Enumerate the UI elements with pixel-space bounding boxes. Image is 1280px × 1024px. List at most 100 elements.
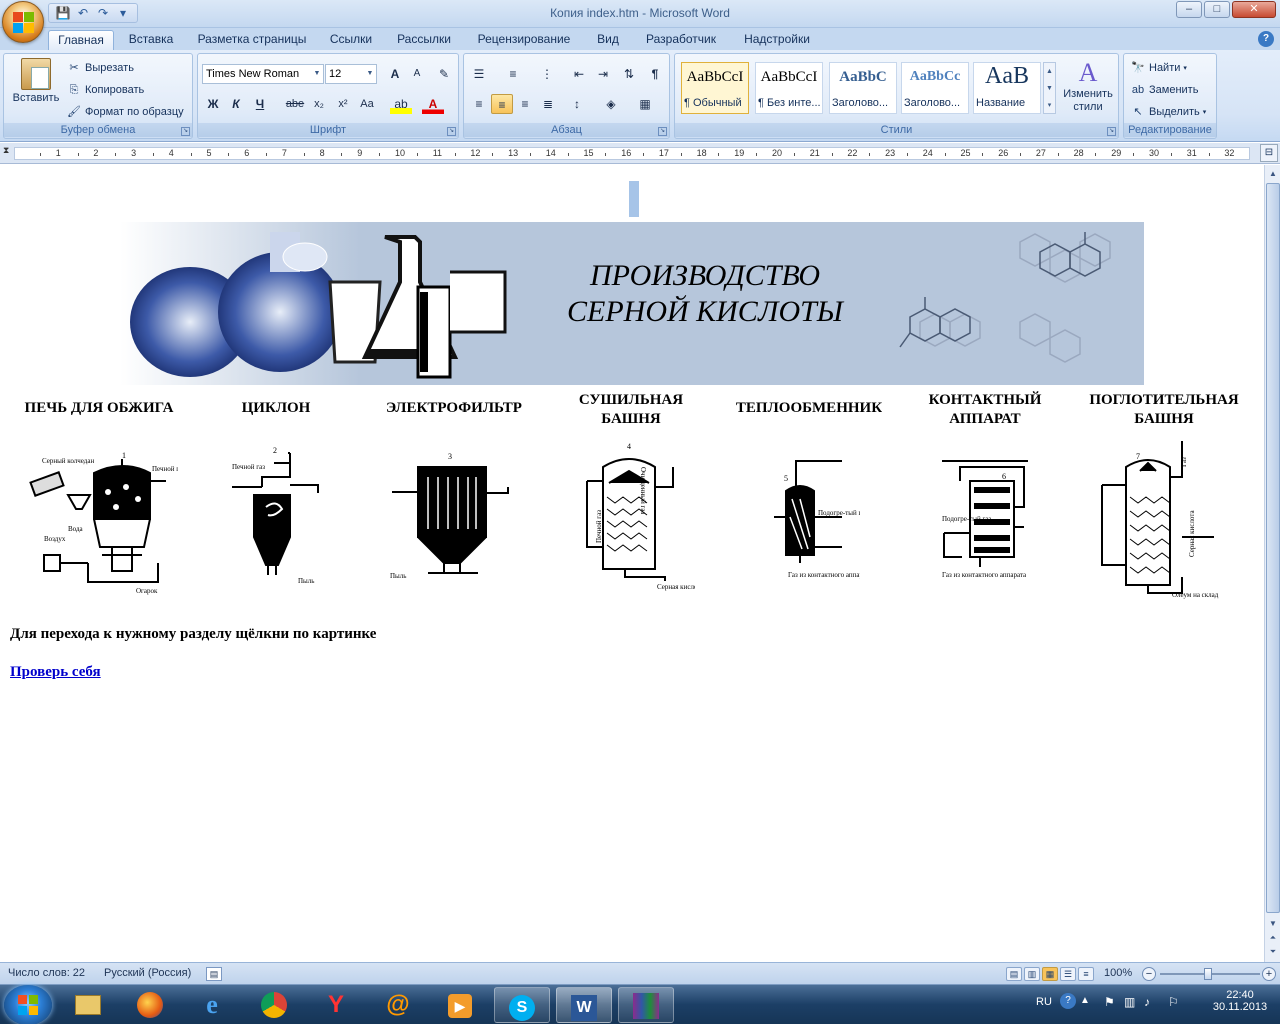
grow-font-button[interactable]: A [384,64,406,84]
label-contact-apparatus[interactable]: КОНТАКТНЫЙ АППАРАТ [910,391,1060,429]
print-layout-icon[interactable]: ▤ [1006,967,1022,981]
align-right-icon[interactable]: ≡ [514,94,536,114]
tab-addins[interactable]: Надстройки [734,30,820,50]
volume-icon[interactable]: ♪ [1144,995,1150,1009]
label-absorption-tower[interactable]: ПОГЛОТИТЕЛЬНАЯ БАШНЯ [1076,391,1252,429]
winrar-icon[interactable] [618,987,674,1023]
label-heat-exchanger[interactable]: ТЕПЛООБМЕННИК [724,399,894,418]
clock[interactable]: 22:40 30.11.2013 [1212,989,1268,1013]
label-drying-tower[interactable]: СУШИЛЬНАЯ БАШНЯ [560,391,702,429]
copy-button[interactable]: ⎘ Копировать [66,82,145,98]
justify-icon[interactable]: ≣ [537,94,559,114]
numbering-icon[interactable]: ≡ [502,64,524,84]
superscript-button[interactable]: x² [332,94,354,114]
help-icon[interactable]: ? [1258,31,1274,47]
tab-view[interactable]: Вид [588,30,628,50]
borders-icon[interactable]: ▦ [634,94,656,114]
style-title[interactable]: AaB Название [973,62,1041,114]
absorption-tower-diagram[interactable]: 7 Газ Серная кислота Олеум на склад [1100,437,1220,602]
increase-indent-icon[interactable]: ⇥ [592,64,614,84]
network-icon[interactable]: ▥ [1124,995,1135,1009]
word-count[interactable]: Число слов: 22 [8,967,85,979]
decrease-indent-icon[interactable]: ⇤ [568,64,590,84]
font-family-select[interactable]: Times New Roman ▼ [202,64,324,84]
close-button[interactable]: ✕ [1232,1,1276,18]
tab-references[interactable]: Ссылки [322,30,380,50]
vertical-scrollbar[interactable]: ▲ ▼ ⏶ ⏷ [1264,165,1280,962]
highlight-icon[interactable]: ab [390,94,412,114]
contact-apparatus-diagram[interactable]: 6 Подогре-тый газ Газ из контактного апп… [940,437,1040,587]
bullets-icon[interactable]: ☰ [468,64,490,84]
heat-exchanger-diagram[interactable]: 5 Подогре-тый газ Газ из контактного апп… [770,437,873,587]
find-button[interactable]: 🔭 Найти ▾ [1130,60,1187,76]
font-launcher-icon[interactable]: ↘ [447,127,456,136]
view-ruler-icon[interactable]: ⊟ [1260,144,1278,162]
paste-button[interactable]: Вставить [8,58,64,104]
zoom-slider-thumb[interactable] [1204,968,1212,980]
subscript-button[interactable]: x₂ [308,94,330,114]
font-color-icon[interactable]: A [422,94,444,114]
electrofilter-diagram[interactable]: 3 Пыль [388,437,518,582]
check-yourself-link[interactable]: Проверь себя [10,664,101,681]
strikethrough-button[interactable]: abe [284,94,306,114]
italic-button[interactable]: К [225,94,247,114]
zoom-out-icon[interactable]: − [1142,967,1156,981]
horizontal-ruler[interactable]: ⧗ 1 2 3 4 5 6 7 8 9 10 11 12 13 14 15 16 17 18 19 20 21 22 23 2… [0,143,1280,164]
align-left-icon[interactable]: ≡ [468,94,490,114]
tab-home[interactable]: Главная [48,30,114,50]
multilevel-list-icon[interactable]: ⋮ [536,64,558,84]
change-case-button[interactable]: Aa [356,94,378,114]
full-screen-reading-icon[interactable]: ▥ [1024,967,1040,981]
furnace-diagram[interactable]: 1 Серный колчедан Печной газ Вода Воздух… [28,437,185,597]
cut-button[interactable]: ✂ Вырезать [66,60,134,76]
line-spacing-icon[interactable]: ↕ [566,94,588,114]
word-taskbar-icon[interactable]: W [556,987,612,1023]
office-button[interactable] [2,1,44,43]
shading-icon[interactable]: ◈ [600,94,622,114]
tray-expand-icon[interactable]: ▲ [1080,995,1090,1006]
help-tray-icon[interactable]: ? [1060,993,1076,1009]
draft-icon[interactable]: ≡ [1078,967,1094,981]
maximize-button[interactable]: □ [1204,1,1230,18]
style-heading-2[interactable]: AaBbCc Заголово... [901,62,969,114]
explorer-icon[interactable] [60,987,116,1023]
select-button[interactable]: ↖ Выделить ▾ [1130,104,1206,120]
previous-page-icon[interactable]: ⏶ [1266,931,1280,945]
internet-explorer-icon[interactable]: e [184,987,240,1023]
label-electrofilter[interactable]: ЭЛЕКТРОФИЛЬТР [368,399,540,418]
change-styles-button[interactable]: A Изменить стили [1059,58,1117,114]
underline-button[interactable]: Ч [249,94,271,114]
skype-icon[interactable]: S [494,987,550,1023]
tab-insert[interactable]: Вставка [120,30,182,50]
tab-page-layout[interactable]: Разметка страницы [190,30,314,50]
tab-developer[interactable]: Разработчик [636,30,726,50]
style-normal[interactable]: AaBbCcI ¶ Обычный [681,62,749,114]
next-page-icon[interactable]: ⏷ [1266,945,1280,959]
zoom-level[interactable]: 100% [1104,967,1132,979]
language-indicator[interactable]: Русский (Россия) [104,967,191,979]
tab-review[interactable]: Рецензирование [468,30,580,50]
styles-scroll-icon[interactable]: ▲ ▼ ▾ [1043,62,1056,114]
yandex-browser-icon[interactable]: Y [308,987,364,1023]
bold-button[interactable]: Ж [202,94,224,114]
font-size-select[interactable]: 12 ▼ [325,64,377,84]
mail-agent-icon[interactable]: @ [370,987,426,1023]
label-cyclone[interactable]: ЦИКЛОН [206,399,346,418]
flag-icon[interactable]: ⚐ [1168,995,1179,1009]
scroll-thumb[interactable] [1266,183,1280,913]
label-furnace[interactable]: ПЕЧЬ ДЛЯ ОБЖИГА [10,399,188,418]
firefox-icon[interactable] [122,987,178,1023]
format-painter-button[interactable]: 🖌 Формат по образцу [66,104,184,120]
paragraph-launcher-icon[interactable]: ↘ [658,127,667,136]
replace-button[interactable]: ab Заменить [1130,82,1199,98]
tab-mailings[interactable]: Рассылки [388,30,460,50]
macro-record-icon[interactable]: ▤ [206,967,222,981]
styles-launcher-icon[interactable]: ↘ [1107,127,1116,136]
action-center-icon[interactable]: ⚑ [1104,995,1115,1009]
chrome-icon[interactable] [246,987,302,1023]
align-center-icon[interactable]: ≡ [491,94,513,114]
input-language[interactable]: RU [1036,996,1052,1008]
clear-format-icon[interactable]: ✎ [433,64,455,84]
style-heading-1[interactable]: AaBbC Заголово... [829,62,897,114]
scroll-down-icon[interactable]: ▼ [1266,917,1280,931]
